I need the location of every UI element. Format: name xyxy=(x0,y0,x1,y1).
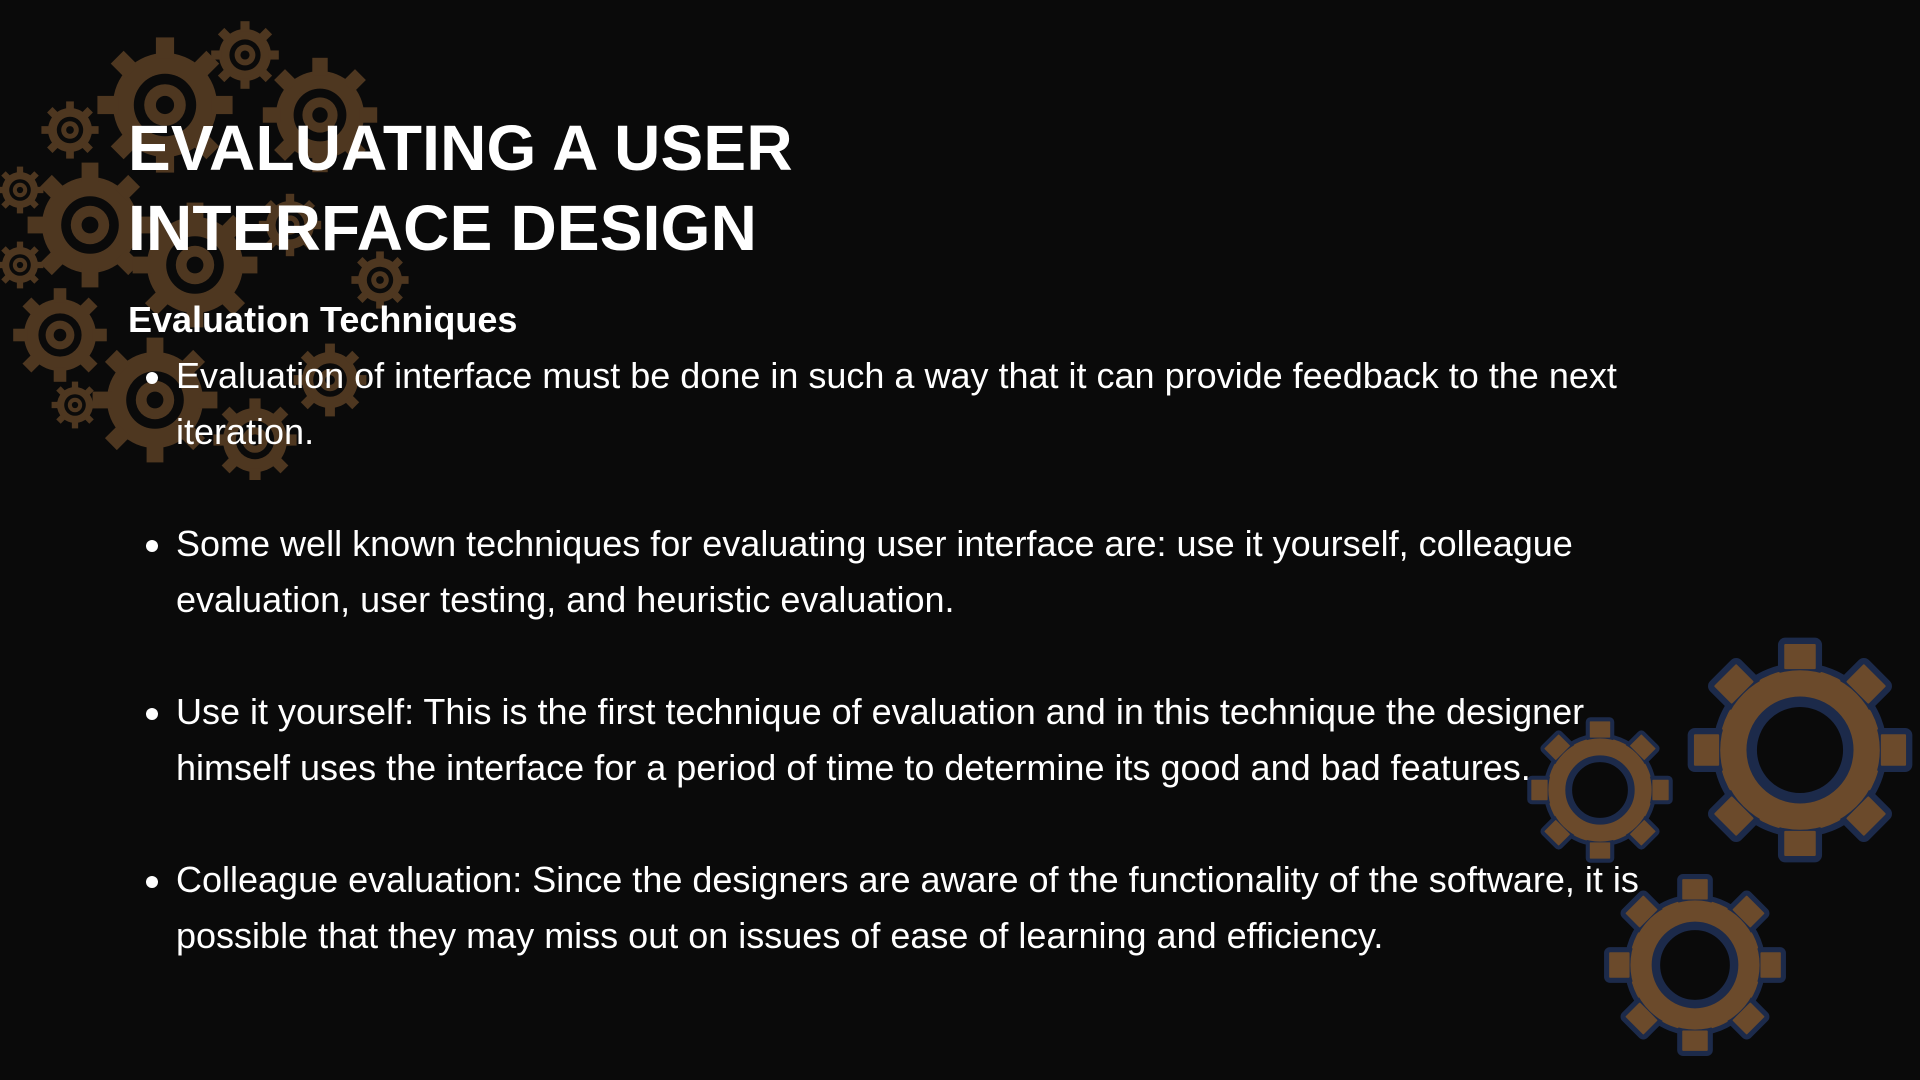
bullet-list: Evaluation of interface must be done in … xyxy=(128,348,1688,964)
section-subtitle: Evaluation Techniques xyxy=(128,299,518,340)
slide-content: EVALUATING A USER INTERFACE DESIGN Evalu… xyxy=(128,108,1728,964)
slide-title: EVALUATING A USER INTERFACE DESIGN xyxy=(128,112,793,264)
bullet-item: Colleague evaluation: Since the designer… xyxy=(128,852,1688,964)
bullet-item: Some well known techniques for evaluatin… xyxy=(128,516,1688,628)
bullet-item: Evaluation of interface must be done in … xyxy=(128,348,1688,460)
bullet-item: Use it yourself: This is the first techn… xyxy=(128,684,1688,796)
